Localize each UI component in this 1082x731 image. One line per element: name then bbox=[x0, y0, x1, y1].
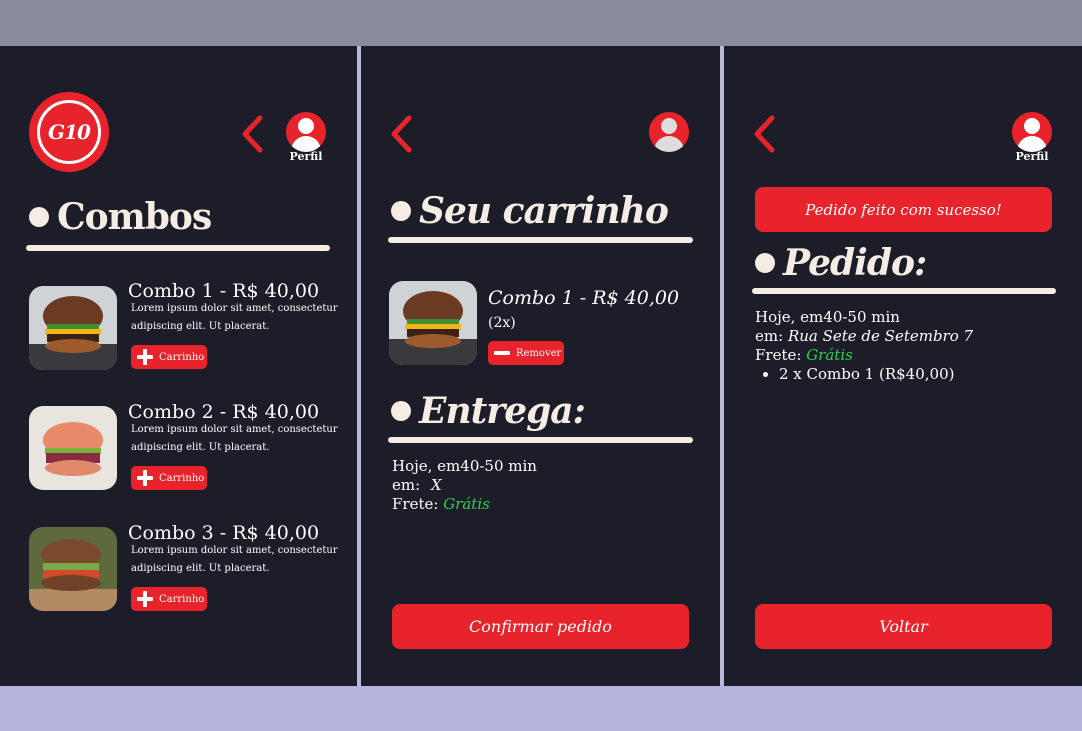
cart-heading: Seu carrinho bbox=[391, 190, 669, 232]
plus-icon bbox=[137, 470, 153, 486]
confirm-order-button[interactable]: Confirmar pedido bbox=[392, 604, 689, 649]
heading-underline bbox=[752, 288, 1056, 294]
cart-screen: Perfil Seu carrinho Combo 1 - R$ 40,00 (… bbox=[361, 46, 720, 686]
bullet-dot bbox=[391, 401, 411, 421]
add-to-cart-label: Carrinho bbox=[159, 593, 205, 605]
back-chevron-icon[interactable] bbox=[389, 114, 413, 154]
cart-burger-image bbox=[389, 281, 477, 365]
order-items-list: 2 x Combo 1 (R$40,00) bbox=[755, 365, 973, 384]
combo-1-description: Lorem ipsum dolor sit amet, consectetur … bbox=[131, 303, 338, 332]
heading-underline bbox=[26, 245, 330, 251]
delivery-time: Hoje, em40-50 min bbox=[392, 457, 537, 475]
back-button[interactable]: Voltar bbox=[755, 604, 1052, 649]
back-chevron-icon[interactable] bbox=[240, 114, 264, 154]
cart-title: Seu carrinho bbox=[419, 190, 669, 232]
back-chevron-icon[interactable] bbox=[752, 114, 776, 154]
user-avatar-icon bbox=[1012, 112, 1052, 152]
delivery-heading: Entrega: bbox=[391, 390, 586, 432]
delivery-info: Hoje, em40-50 min em: X Frete: Grátis bbox=[392, 457, 537, 514]
order-title: Pedido: bbox=[783, 242, 927, 284]
delivery-address-row: em: X bbox=[392, 476, 537, 495]
combo-3-description: Lorem ipsum dolor sit amet, consectetur … bbox=[131, 545, 338, 574]
heading-underline bbox=[388, 437, 693, 443]
combo-2-title: Combo 2 - R$ 40,00 bbox=[128, 401, 320, 423]
delivery-title: Entrega: bbox=[419, 390, 586, 432]
burger-image-2 bbox=[29, 406, 117, 490]
combo-2-description: Lorem ipsum dolor sit amet, consectetur … bbox=[131, 424, 338, 453]
add-to-cart-button-2[interactable]: Carrinho bbox=[131, 466, 207, 490]
freight-row: Frete: Grátis bbox=[392, 495, 537, 514]
user-avatar-icon bbox=[649, 112, 689, 152]
add-to-cart-button-3[interactable]: Carrinho bbox=[131, 587, 207, 611]
success-toast: Pedido feito com sucesso! bbox=[755, 187, 1052, 232]
freight-label: Frete: bbox=[392, 495, 439, 513]
cart-item-title: Combo 1 - R$ 40,00 bbox=[488, 287, 680, 309]
combo-3-title: Combo 3 - R$ 40,00 bbox=[128, 522, 320, 544]
address-value: X bbox=[430, 476, 442, 494]
bottom-background-bar bbox=[0, 686, 1082, 731]
heading-underline bbox=[388, 237, 693, 243]
order-address-row: em: Rua Sete de Setembro 7 bbox=[755, 327, 973, 346]
remove-label: Remover bbox=[516, 347, 562, 359]
plus-icon bbox=[137, 349, 153, 365]
address-label: em: bbox=[755, 327, 784, 345]
top-background-bar bbox=[0, 0, 1082, 46]
cart-item-quantity: (2x) bbox=[488, 315, 516, 331]
profile-button[interactable]: Perfil bbox=[1012, 112, 1052, 163]
bullet-dot bbox=[755, 253, 775, 273]
add-to-cart-button-1[interactable]: Carrinho bbox=[131, 345, 207, 369]
minus-icon bbox=[494, 351, 510, 355]
menu-screen: G10 Perfil Combos Combo 1 - R$ 40,00 Lor… bbox=[0, 46, 357, 686]
g10-logo: G10 bbox=[29, 92, 109, 172]
combos-heading: Combos bbox=[29, 196, 212, 238]
order-screen: Perfil Pedido feito com sucesso! Pedido:… bbox=[724, 46, 1082, 686]
freight-value: Grátis bbox=[443, 495, 490, 513]
profile-button[interactable]: Perfil bbox=[286, 112, 326, 163]
address-label: em: bbox=[392, 476, 421, 494]
logo-text: G10 bbox=[37, 100, 101, 164]
add-to-cart-label: Carrinho bbox=[159, 472, 205, 484]
freight-label: Frete: bbox=[755, 346, 802, 364]
remove-item-button[interactable]: Remover bbox=[488, 341, 564, 365]
order-freight-row: Frete: Grátis bbox=[755, 346, 973, 365]
combos-title: Combos bbox=[57, 196, 212, 238]
add-to-cart-label: Carrinho bbox=[159, 351, 205, 363]
burger-image-1 bbox=[29, 286, 117, 370]
address-value: Rua Sete de Setembro 7 bbox=[787, 327, 974, 345]
order-time: Hoje, em40-50 min bbox=[755, 308, 900, 326]
order-info: Hoje, em40-50 min em: Rua Sete de Setemb… bbox=[755, 308, 973, 384]
combo-1-title: Combo 1 - R$ 40,00 bbox=[128, 280, 320, 302]
order-heading: Pedido: bbox=[755, 242, 927, 284]
bullet-dot bbox=[391, 201, 411, 221]
bullet-dot bbox=[29, 207, 49, 227]
burger-image-3 bbox=[29, 527, 117, 611]
list-item: 2 x Combo 1 (R$40,00) bbox=[779, 365, 973, 384]
user-avatar-icon bbox=[286, 112, 326, 152]
freight-value: Grátis bbox=[806, 346, 853, 364]
profile-button[interactable]: Perfil bbox=[649, 112, 689, 163]
plus-icon bbox=[137, 591, 153, 607]
